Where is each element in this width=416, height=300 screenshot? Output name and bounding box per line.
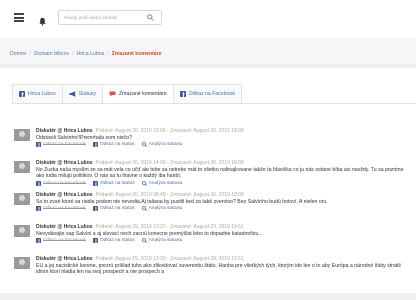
tab-deleted-comments[interactable]: Zmazané komentáre xyxy=(102,84,174,104)
megaphone-icon xyxy=(69,91,76,97)
breadcrumb: Domov / Zoznam blbcov / Hrica Lubos / Zmazané … xyxy=(0,38,416,64)
menu-icon[interactable] xyxy=(14,13,24,22)
comment-item: Diskutér @ Hrica Lubos Pridané: August 29… xyxy=(0,254,416,286)
facebook-icon xyxy=(92,206,98,211)
comment-timestamps: Pridané: August 29, 2019 13:37 - Zmazané… xyxy=(95,224,244,230)
facebook-link[interactable]: Odkaz na Facebook xyxy=(36,141,86,148)
comment-author[interactable]: Diskutér @ Hrica Lubos xyxy=(36,128,93,134)
analysis-link[interactable]: Analýza statusu xyxy=(141,237,182,244)
avatar xyxy=(14,129,30,141)
tab-label: Statusy xyxy=(78,91,96,97)
avatar xyxy=(14,193,30,205)
comment-timestamps: Pridané: August 30, 2019 08:49 - Zmazané… xyxy=(95,192,244,198)
breadcrumb-home[interactable]: Domov xyxy=(10,51,26,57)
tab-label: Hrica Lubos xyxy=(28,91,56,97)
comment-item: Diskutér @ Hrica Lubos Pridané: August 30… xyxy=(0,126,416,158)
tabs-divider xyxy=(12,103,416,104)
top-bar xyxy=(0,0,416,38)
search-icon xyxy=(141,142,147,147)
search-box xyxy=(58,10,162,25)
breadcrumb-list[interactable]: Zoznam blbcov xyxy=(34,51,69,57)
comment-text: EÚ a jej nacistické korene, prezrú príkl… xyxy=(36,262,401,276)
facebook-icon xyxy=(92,238,98,243)
tab-label: Odkaz na Facebook xyxy=(188,91,236,97)
facebook-icon xyxy=(19,91,25,97)
analysis-link[interactable]: Analýza statusu xyxy=(141,141,182,148)
facebook-icon xyxy=(179,91,186,97)
tab-bar: Hrica Lubos Statusy Zmazané komentáre Od… xyxy=(12,84,243,104)
comment-author[interactable]: Diskutér @ Hrica Lubos xyxy=(36,256,93,262)
facebook-link[interactable]: Odkaz na Facebook xyxy=(36,205,86,212)
breadcrumb-profile[interactable]: Hrica Lubos xyxy=(77,51,105,57)
comment-text: No Zuzka naša myslím ze sa mát vela co u… xyxy=(36,166,404,180)
search-icon[interactable] xyxy=(143,11,157,24)
search-icon xyxy=(141,180,147,186)
tab-profile[interactable]: Hrica Lubos xyxy=(12,84,63,104)
comment-item: Diskutér @ Hrica Lubos Pridané: August 30… xyxy=(0,158,416,190)
facebook-icon xyxy=(36,206,41,211)
facebook-link[interactable]: Odkaz na Facebook xyxy=(36,237,86,244)
status-link[interactable]: Odkaz na status xyxy=(92,180,135,187)
tab-label: Zmazané komentáre xyxy=(119,91,167,97)
analysis-link[interactable]: Analýza statusu xyxy=(141,180,182,187)
comment-author[interactable]: Diskutér @ Hrica Lubos xyxy=(36,192,93,198)
comment-author[interactable]: Diskutér @ Hrica Lubos xyxy=(36,224,93,230)
avatar xyxy=(14,257,30,269)
comment-list: Diskutér @ Hrica Lubos Pridané: August 30… xyxy=(0,126,416,286)
comment-timestamps: Pridané: August 30, 2019 14:09 - Zmazané… xyxy=(95,160,244,166)
breadcrumb-current: Zmazané komentáre xyxy=(111,51,162,57)
comment-author[interactable]: Diskutér @ Hrica Lubos xyxy=(36,160,93,166)
bell-icon[interactable] xyxy=(38,13,47,26)
facebook-icon xyxy=(92,142,98,147)
search-icon xyxy=(141,238,147,243)
facebook-icon xyxy=(36,238,41,243)
comment-item: Diskutér @ Hrica Lubos Pridané: August 30… xyxy=(0,190,416,222)
facebook-icon xyxy=(36,180,41,186)
facebook-icon xyxy=(92,180,98,186)
comment-item: Diskutér @ Hrica Lubos Pridané: August 29… xyxy=(0,222,416,254)
avatar xyxy=(14,225,30,237)
comment-timestamps: Pridané: August 30, 2019 18:06 - Zmazané… xyxy=(95,128,244,134)
status-link[interactable]: Odkaz na status xyxy=(92,205,135,212)
page-bottom xyxy=(0,293,416,300)
status-link[interactable]: Odkaz na status xyxy=(92,141,135,148)
search-icon xyxy=(141,206,147,211)
content-card: Hrica Lubos Statusy Zmazané komentáre Od… xyxy=(0,68,416,293)
comment-timestamps: Pridané: August 29, 2019 13:30 - Zmazané… xyxy=(95,256,244,262)
status-link[interactable]: Odkaz na status xyxy=(92,237,135,244)
search-input[interactable] xyxy=(59,11,143,24)
facebook-link[interactable]: Odkaz na Facebook xyxy=(36,180,86,187)
tab-facebook-link[interactable]: Odkaz na Facebook xyxy=(172,84,243,104)
tab-statuses[interactable]: Statusy xyxy=(61,84,103,104)
comment-icon xyxy=(109,91,116,97)
facebook-icon xyxy=(36,142,41,147)
avatar xyxy=(14,161,30,173)
analysis-link[interactable]: Analýza statusu xyxy=(141,205,182,212)
